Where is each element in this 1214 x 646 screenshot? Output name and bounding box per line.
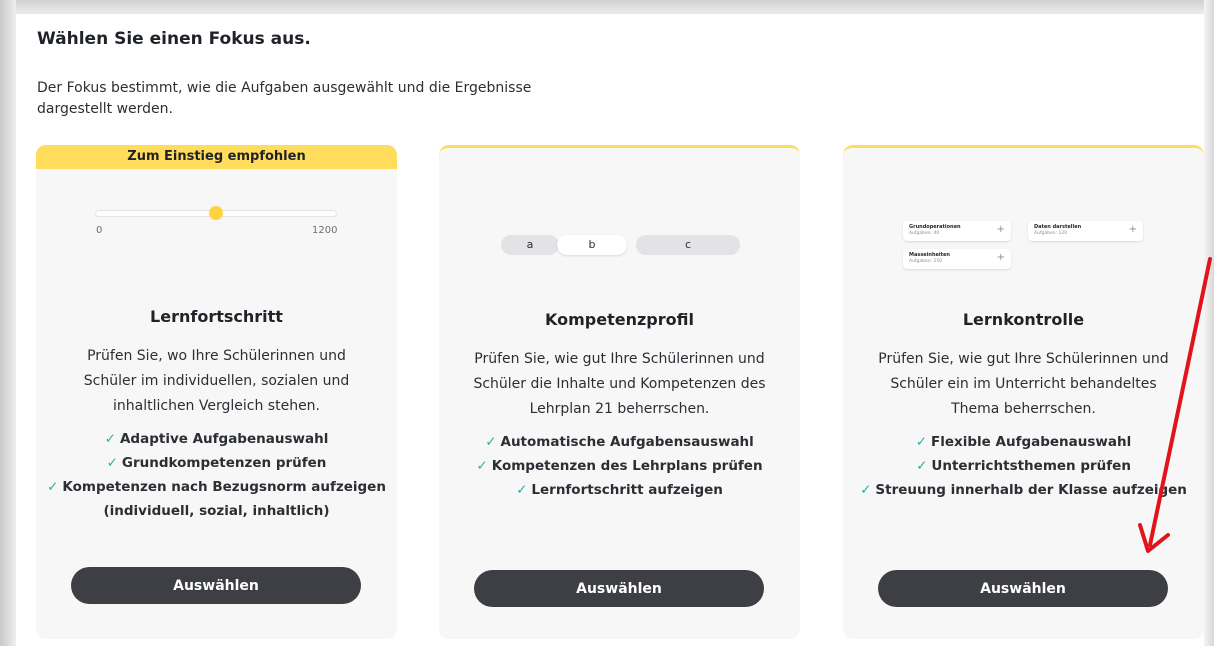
segment-c: c [636,235,740,255]
topics-illustration: Grundoperationen Aufgaben: 40 + Daten da… [843,148,1204,269]
card-title: Kompetenzprofil [545,310,694,329]
topic-card-grundoperationen: Grundoperationen Aufgaben: 40 + [903,221,1011,241]
check-icon: ✓ [106,455,118,471]
select-lernkontrolle-button[interactable]: Auswählen [878,570,1168,607]
topic-count: Aufgaben: 120 [1034,231,1068,236]
topic-card-daten-darstellen: Daten darstellen Aufgaben: 120 + [1028,221,1143,241]
slider-min-label: 0 [96,225,103,236]
check-icon: ✓ [47,479,59,495]
card-description: Prüfen Sie, wo Ihre Schülerinnen und Sch… [83,348,350,414]
feature-item: ✓ Kompetenzen nach Bezugsnorm aufzeigen (… [46,475,387,523]
check-icon: ✓ [516,482,528,498]
check-icon: ✓ [104,431,116,447]
topic-count: Aufgaben: 250 [909,259,943,264]
check-icon: ✓ [915,434,928,450]
slider-max-label: 1200 [312,225,338,236]
feature-text: Lernfortschritt aufzeigen [531,482,723,498]
feature-text: Kompetenzen des Lehrplans prüfen [491,458,763,474]
page-description: Der Fokus bestimmt, wie die Aufgaben aus… [37,80,532,117]
topic-card-masseinheiten: Masseinheiten Aufgaben: 250 + [903,249,1011,269]
feature-text: Unterrichtsthemen prüfen [931,458,1131,474]
slider-illustration: 0 1200 [36,145,397,236]
feature-text: Automatische Aufgabensauswahl [500,434,754,450]
segment-illustration: a b c [439,148,800,255]
slider-track [96,206,336,220]
card-title: Lernfortschritt [150,307,283,326]
focus-card-kompetenzprofil: a b c Kompetenzprofil Prüfen Sie, wie gu… [439,145,800,639]
segment-a: a [501,235,559,255]
feature-item: ✓ Automatische Aufgabensauswahl [449,430,790,454]
card-description: Prüfen Sie, wie gut Ihre Schülerinnen un… [473,351,766,417]
focus-card-lernfortschritt: Zum Einstieg empfohlen 0 1200 Lernfortsc… [36,145,397,639]
feature-text: Adaptive Aufgabenauswahl [119,431,329,447]
feature-text: Kompetenzen nach Bezugsnorm aufzeigen (i… [62,479,386,519]
window-frame-left [0,0,16,646]
topic-name: Grundoperationen [909,224,961,230]
slider-thumb [209,206,223,220]
check-icon: ✓ [485,434,497,450]
topic-name: Masseinheiten [909,252,950,258]
plus-icon: + [996,224,1005,235]
feature-text: Flexible Aufgabenauswahl [931,434,1132,450]
plus-icon: + [996,252,1005,263]
feature-list: ✓ Adaptive Aufgabenauswahl ✓ Grundkompeten… [46,427,387,523]
plus-icon: + [1128,224,1137,235]
feature-item: ✓ Kompetenzen des Lehrplans prüfen [449,454,790,478]
feature-list: ✓ Automatische Aufgabensauswahl ✓ Kompeten… [449,430,790,502]
feature-item: ✓ Lernfortschritt aufzeigen [449,478,790,502]
select-lernfortschritt-button[interactable]: Auswählen [71,567,361,604]
page-title: Wählen Sie einen Fokus aus. [37,29,311,49]
feature-item: ✓ Adaptive Aufgabenauswahl [46,427,387,451]
select-kompetenzprofil-button[interactable]: Auswählen [474,570,764,607]
topic-count: Aufgaben: 40 [909,231,940,236]
annotation-arrow-icon [1138,257,1212,553]
feature-item: ✓ Grundkompetenzen prüfen [46,451,387,475]
feature-text: Grundkompetenzen prüfen [121,455,327,471]
check-icon: ✓ [476,458,488,474]
check-icon: ✓ [916,458,928,474]
segment-b: b [557,235,627,255]
window-frame-top [0,0,1214,14]
check-icon: ✓ [860,482,872,498]
topic-name: Daten darstellen [1034,224,1082,230]
